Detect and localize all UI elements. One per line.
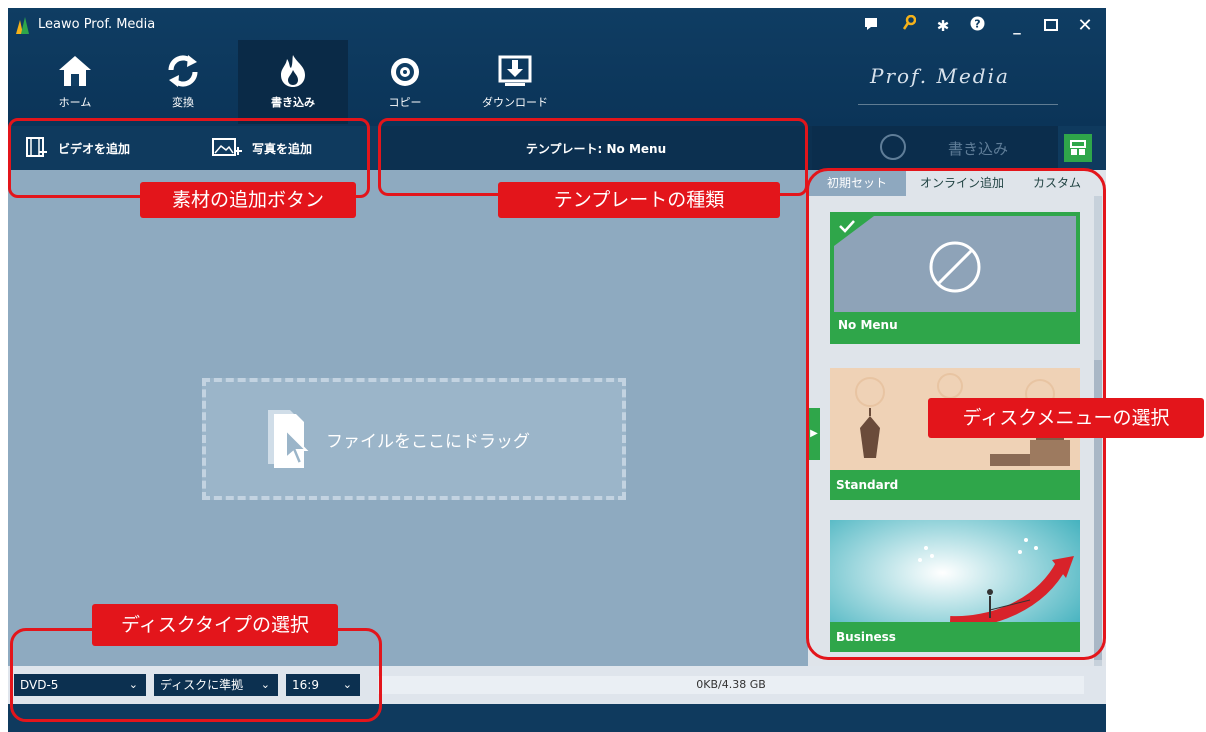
home-icon: [59, 56, 91, 86]
minimize-icon[interactable]: _: [1004, 14, 1030, 38]
brand-logo: Prof. Media: [870, 64, 1010, 88]
title-bar: Leawo Prof. Media ✱ ? _ ✕ ホーム 変換 書き込み コピ…: [8, 8, 1106, 126]
key-icon[interactable]: [896, 14, 922, 38]
drop-zone[interactable]: ファイルをここにドラッグ: [202, 378, 626, 500]
download-icon: [498, 55, 532, 86]
brand-underline: [858, 104, 1058, 105]
file-drag-icon: [268, 410, 309, 468]
burn-icon: [281, 55, 305, 87]
capacity-bar: 0KB/4.38 GB: [378, 676, 1084, 694]
copy-icon: [391, 58, 419, 86]
tab-burn[interactable]: 書き込み: [238, 40, 348, 124]
tab-convert-label: 変換: [172, 96, 194, 109]
app-logo-icon: [16, 17, 29, 34]
drop-text: ファイルをここにドラッグ: [326, 432, 530, 452]
burn-button[interactable]: 書き込み: [812, 126, 1058, 170]
file-drop-area: ファイルをここにドラッグ: [8, 170, 808, 666]
layout-toggle-button[interactable]: [1064, 134, 1092, 162]
tab-home[interactable]: ホーム: [20, 40, 130, 124]
burn-disc-icon: [880, 134, 906, 160]
annotation-add-buttons: 素材の追加ボタン: [140, 182, 356, 218]
tab-burn-label: 書き込み: [271, 96, 315, 109]
gear-icon[interactable]: ✱: [930, 14, 956, 38]
tab-download[interactable]: ダウンロード: [460, 40, 570, 124]
close-icon[interactable]: ✕: [1072, 14, 1098, 38]
tab-copy[interactable]: コピー: [350, 40, 460, 124]
annotation-disc-type: ディスクタイプの選択: [92, 604, 338, 646]
tab-convert[interactable]: 変換: [128, 40, 238, 124]
svg-text:?: ?: [974, 18, 980, 31]
burn-label: 書き込み: [948, 140, 1009, 158]
capacity-text: 0KB/4.38 GB: [696, 678, 766, 691]
maximize-icon[interactable]: [1038, 14, 1064, 38]
tab-download-label: ダウンロード: [482, 96, 548, 109]
tab-home-label: ホーム: [58, 96, 92, 109]
convert-icon: [168, 55, 198, 87]
annotation-disc-menu: ディスクメニューの選択: [928, 398, 1204, 438]
app-title: Leawo Prof. Media: [38, 17, 156, 32]
annotation-template-type: テンプレートの種類: [498, 182, 780, 218]
help-icon[interactable]: ?: [964, 14, 990, 38]
chat-icon[interactable]: [858, 14, 884, 38]
tab-copy-label: コピー: [388, 96, 422, 109]
layout-icon: [1070, 140, 1086, 155]
